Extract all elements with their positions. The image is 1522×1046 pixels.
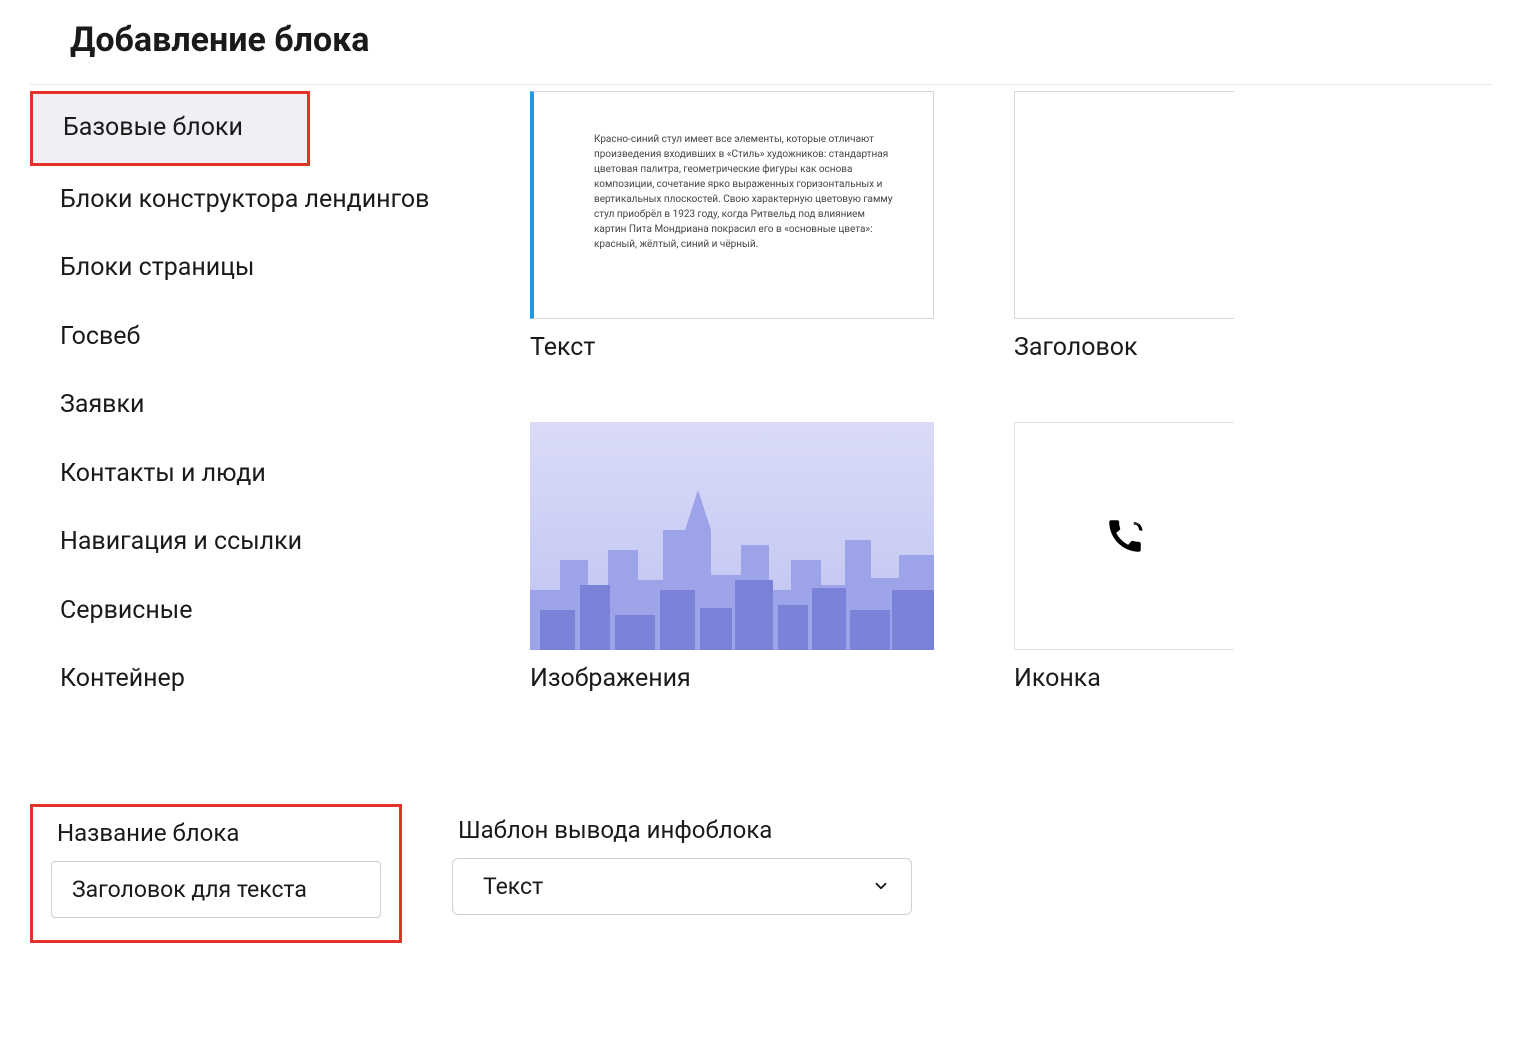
sidebar-item-landing-constructor[interactable]: Блоки конструктора лендингов	[30, 166, 470, 235]
main-layout: Базовые блоки Блоки конструктора лендинг…	[30, 85, 1492, 714]
block-label-image: Изображения	[530, 664, 934, 693]
block-label-heading: Заголовок	[1014, 333, 1234, 362]
block-preview-text: Красно-синий стул имеет все элементы, ко…	[530, 91, 934, 319]
block-preview-icon	[1014, 422, 1234, 650]
sidebar-item-gosweb[interactable]: Госвеб	[30, 303, 470, 372]
sidebar-item-contacts[interactable]: Контакты и люди	[30, 440, 470, 509]
bottom-form: Название блока Шаблон вывода инфоблока Т…	[30, 804, 1492, 943]
sidebar-item-container[interactable]: Контейнер	[30, 645, 470, 714]
block-card-heading[interactable]: Заголовок	[1014, 91, 1234, 362]
form-group-template: Шаблон вывода инфоблока Текст	[452, 804, 912, 943]
template-select[interactable]: Текст	[452, 858, 912, 915]
block-name-input[interactable]	[51, 861, 381, 918]
page-title: Добавление блока	[30, 20, 1492, 60]
form-group-block-name: Название блока	[30, 804, 402, 943]
block-preview-image	[530, 422, 934, 650]
content-area: Красно-синий стул имеет все элементы, ко…	[530, 91, 1492, 714]
block-label-icon: Иконка	[1014, 664, 1234, 693]
preview-text-sample: Красно-синий стул имеет все элементы, ко…	[594, 132, 893, 252]
block-card-icon[interactable]: Иконка	[1014, 422, 1234, 693]
sidebar-item-navigation[interactable]: Навигация и ссылки	[30, 508, 470, 577]
block-column-left: Красно-синий стул имеет все элементы, ко…	[530, 91, 934, 714]
block-column-right: Заголовок Иконка	[1014, 91, 1234, 714]
block-preview-heading	[1014, 91, 1234, 319]
sidebar-item-requests[interactable]: Заявки	[30, 371, 470, 440]
template-label: Шаблон вывода инфоблока	[452, 816, 912, 844]
sidebar-highlight: Базовые блоки	[30, 91, 310, 166]
block-card-text[interactable]: Красно-синий стул имеет все элементы, ко…	[530, 91, 934, 362]
phone-icon	[1104, 515, 1146, 557]
sidebar-item-basic-blocks[interactable]: Базовые блоки	[33, 94, 307, 163]
sidebar-item-service[interactable]: Сервисные	[30, 577, 470, 646]
block-name-label: Название блока	[51, 819, 381, 847]
block-label-text: Текст	[530, 333, 934, 362]
block-card-image[interactable]: Изображения	[530, 422, 934, 693]
sidebar-item-page-blocks[interactable]: Блоки страницы	[30, 234, 470, 303]
skyline-icon	[530, 490, 934, 650]
sidebar: Базовые блоки Блоки конструктора лендинг…	[30, 91, 470, 714]
template-select-wrap: Текст	[452, 858, 912, 915]
